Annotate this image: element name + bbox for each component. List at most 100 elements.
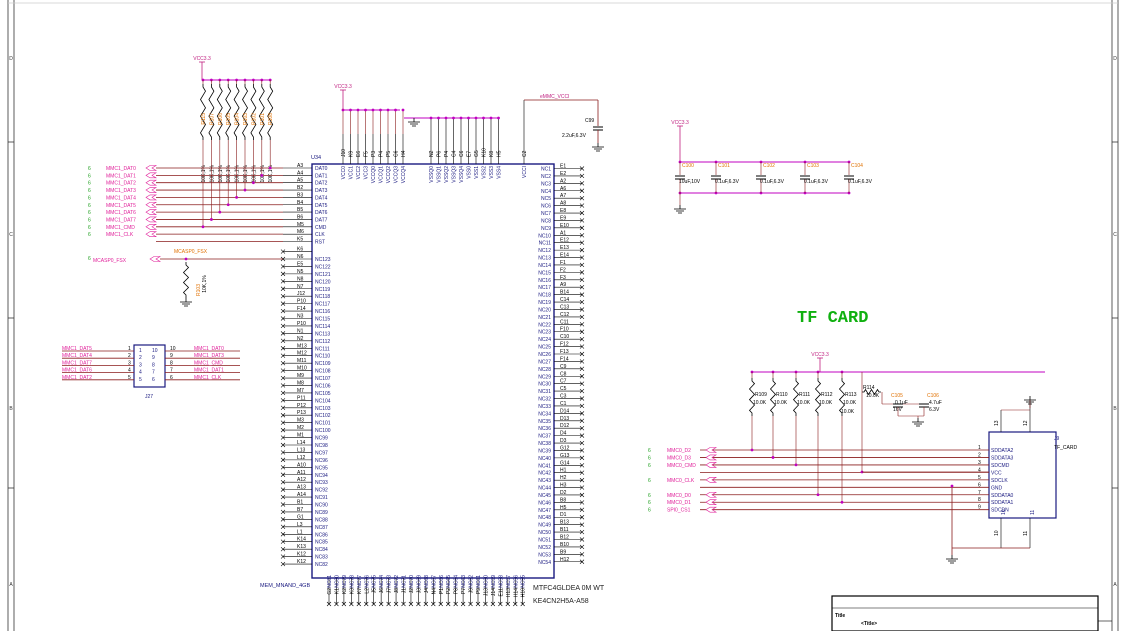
u34-bottom-name: NC59: [491, 575, 497, 588]
tf-pullup-resistor: [792, 378, 800, 416]
tf-pullup-ref: R111: [799, 392, 810, 398]
tf-net-label: MMC0_D2: [667, 448, 691, 454]
u34-body: [311, 163, 555, 579]
pullup-value: 10K,1%: [235, 164, 241, 182]
pullup-resistor: [258, 84, 265, 140]
pullup-junction: [226, 203, 230, 207]
u34-right-ball: D3: [560, 438, 567, 444]
tf-pullup-ref: R110: [776, 392, 788, 398]
u34-vcc-label: VCC3.3: [334, 84, 352, 90]
tf-pullup-ref: R112: [821, 392, 833, 398]
u34-nc-ball: P10: [297, 299, 306, 305]
u34-right-name: NC43: [538, 478, 551, 484]
pullup-junction: [243, 188, 247, 192]
u34-right-ball: A1: [560, 230, 566, 236]
u34-nc-ball: M3: [297, 418, 304, 424]
title-block: Title <Title>: [831, 595, 1112, 631]
u34-vcc-dot: [394, 108, 397, 112]
row-marker-left: B: [9, 406, 13, 412]
u34-bottom-ball: P9: [476, 588, 482, 594]
u34-left-name: DAT1: [315, 173, 328, 179]
u34-left-name: DAT5: [315, 203, 328, 209]
u34-top-name: VCC1: [349, 166, 355, 180]
u34-bottom-name: NC73: [387, 575, 393, 588]
u34-bottom-ball: J2: [409, 588, 415, 594]
u34-right-ball: D4: [560, 431, 567, 437]
j27-right-net: MMC1_CLK: [194, 375, 222, 381]
u34-left-name: DAT7: [315, 217, 328, 223]
pullup-resistor: [242, 84, 248, 140]
u34-bottom-name: NC62: [469, 575, 475, 588]
row-marker-right: B: [1113, 406, 1117, 412]
net-sheet-ref: 6: [88, 210, 91, 216]
tf-inner-bot: 10: [1001, 509, 1007, 515]
u34-right-ball: C3: [560, 394, 567, 400]
pullup-ref: R101: [260, 113, 266, 125]
u34-top-name: VCC0: [341, 166, 347, 180]
tf-pin-num: 4: [978, 467, 981, 473]
u34-nc-name: NC113: [315, 331, 330, 337]
u34-nc-name: NC85: [315, 540, 328, 546]
j27-inner-left: 3: [139, 362, 142, 368]
u34-right-ball: B11: [560, 527, 569, 533]
u34-nc-ball: M1: [297, 433, 304, 439]
pullup-value: 10K,1%: [226, 164, 232, 182]
u34-vcci-name: VCCI: [522, 166, 528, 178]
u34-right-name: NC50: [538, 530, 551, 536]
tf-pullup-ref: R113: [845, 392, 857, 398]
u34-top-ball: H4: [401, 150, 407, 157]
u34-nc-name: NC95: [315, 465, 328, 471]
u34-nc-name: NC99: [315, 436, 328, 442]
u34-right-ball: F3: [560, 275, 566, 281]
u34-right-name: NC46: [538, 500, 551, 506]
tf-pullup-junction: [840, 500, 844, 504]
u34-top-ball: E6: [356, 151, 362, 157]
u34-bottom-name: NC75: [372, 575, 378, 588]
u34-bottom-ball: K1: [334, 588, 340, 594]
tf-pullup-junction: [816, 493, 820, 497]
u34-bottom-ball: H14: [513, 588, 519, 597]
u34-right-name: NC39: [538, 448, 551, 454]
u34-right-name: NC37: [538, 434, 551, 440]
u34-bottom-ball: P2: [446, 588, 452, 594]
u34-gnd-name: VSS4: [497, 166, 503, 179]
j27-left-pin: 2: [128, 353, 131, 359]
u34-nc-ball: N6: [297, 254, 304, 260]
u34-nc-ball: L13: [297, 447, 306, 453]
u34-bottom-ball: P8: [454, 588, 460, 594]
u34-vcc-dot: [349, 108, 352, 112]
pullup-resistor: [216, 84, 223, 140]
u34-right-ball: A9: [560, 282, 566, 288]
u34-left-name: DAT3: [315, 188, 328, 194]
u34-bottom-name: NC65: [446, 575, 452, 588]
u34-bottom-name: NC67: [431, 575, 437, 588]
u34-left-name: CMD: [315, 225, 327, 231]
c106-voltage: 6.3V: [929, 407, 940, 413]
u34-right-ball: E14: [560, 253, 569, 259]
u34-right-name: NC5: [541, 196, 551, 202]
pullup-value: 10K,1%: [243, 164, 249, 182]
title-block-label: Title: [835, 613, 845, 619]
u34-nc-name: NC119: [315, 287, 330, 293]
tf-pullup-resistor: [814, 378, 822, 416]
u34-right-ball: B9: [560, 549, 566, 555]
u34-nc-name: NC89: [315, 510, 328, 516]
u34-right-ball: C13: [560, 304, 569, 310]
u34-right-ball: H12: [560, 557, 569, 563]
u34-right-ball: D2: [560, 490, 567, 496]
u34-right-ball: C1: [560, 401, 567, 407]
pullup-junction: [252, 181, 255, 185]
decap-value: 0.1uF,6.3V: [848, 179, 873, 185]
u34-right-name: NC29: [538, 374, 551, 380]
u34-bottom-ball: E11: [498, 588, 504, 597]
mcasp-net: MCASP0_FSX: [93, 258, 127, 264]
u34-vcci-ball: C2: [522, 150, 528, 157]
net-sheet-ref: 6: [88, 188, 91, 194]
u34-right-ball: D14: [560, 408, 569, 414]
u34-bottom-name: NC56: [513, 575, 519, 588]
u34-bottom-ball: J4: [424, 588, 430, 594]
net-label: MMC1_DAT6: [106, 210, 136, 216]
tf-pin-name: SDDATA3: [991, 455, 1014, 461]
pullup-ref: R105: [226, 113, 232, 125]
u34-bottom-ball: G2: [327, 588, 333, 595]
